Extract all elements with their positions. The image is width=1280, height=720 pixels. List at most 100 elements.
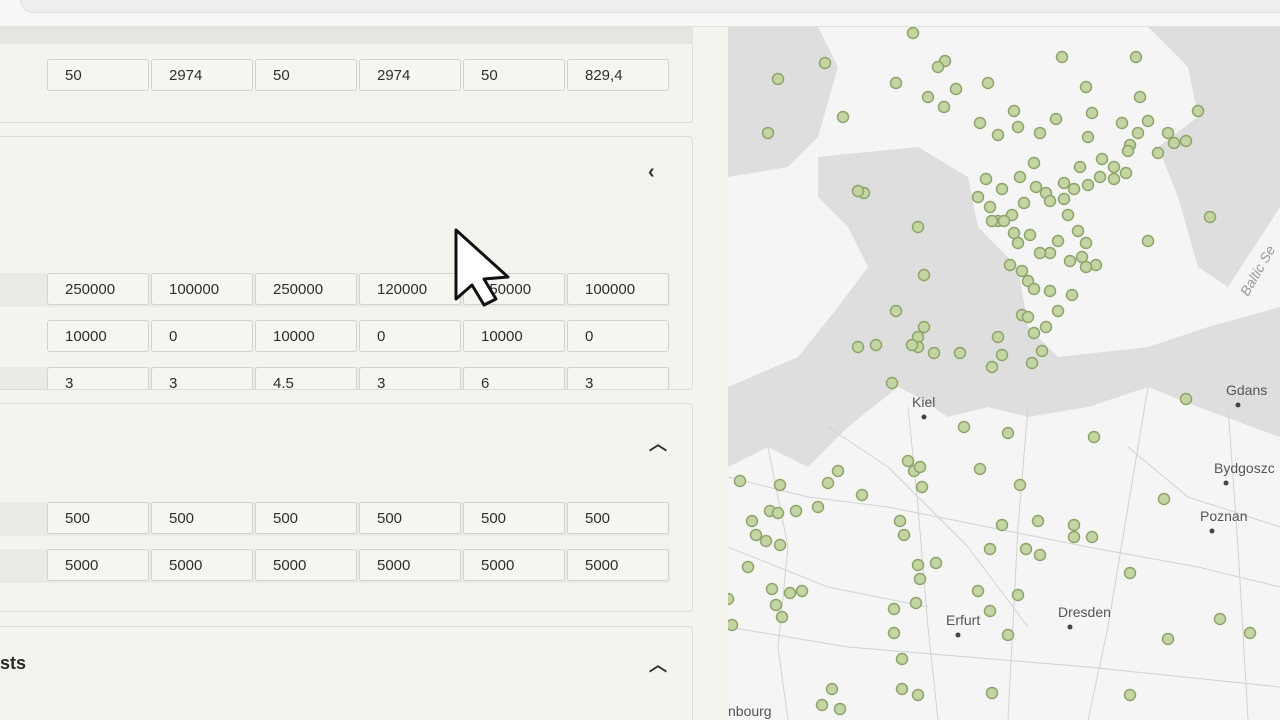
station-marker-icon[interactable] — [1057, 192, 1071, 206]
station-marker-icon[interactable] — [981, 76, 995, 90]
station-marker-icon[interactable] — [1023, 228, 1037, 242]
station-marker-icon[interactable] — [911, 688, 925, 702]
station-marker-icon[interactable] — [1141, 234, 1155, 248]
station-marker-icon[interactable] — [1107, 160, 1121, 174]
station-marker-icon[interactable] — [1027, 156, 1041, 170]
value-cell[interactable]: 5000 — [463, 549, 565, 581]
station-marker-icon[interactable] — [983, 200, 997, 214]
station-marker-icon[interactable] — [761, 126, 775, 140]
station-marker-icon[interactable] — [1055, 50, 1069, 64]
station-marker-icon[interactable] — [1167, 136, 1181, 150]
station-marker-icon[interactable] — [855, 488, 869, 502]
value-cell[interactable]: 0 — [359, 320, 461, 352]
station-marker-icon[interactable] — [911, 558, 925, 572]
station-marker-icon[interactable] — [1123, 688, 1137, 702]
station-marker-icon[interactable] — [1161, 632, 1175, 646]
station-marker-icon[interactable] — [728, 592, 735, 606]
station-marker-icon[interactable] — [1119, 166, 1133, 180]
value-cell[interactable]: 250000 — [47, 273, 149, 305]
station-marker-icon[interactable] — [1085, 530, 1099, 544]
station-marker-icon[interactable] — [1011, 588, 1025, 602]
value-cell[interactable]: 10000 — [47, 320, 149, 352]
station-marker-icon[interactable] — [1203, 210, 1217, 224]
station-marker-icon[interactable] — [995, 518, 1009, 532]
value-cell[interactable]: 3 — [47, 367, 149, 389]
station-marker-icon[interactable] — [1129, 50, 1143, 64]
station-marker-icon[interactable] — [771, 506, 785, 520]
station-marker-icon[interactable] — [1035, 344, 1049, 358]
station-marker-icon[interactable] — [893, 514, 907, 528]
station-marker-icon[interactable] — [913, 572, 927, 586]
station-marker-icon[interactable] — [775, 610, 789, 624]
value-cell[interactable]: 6 — [463, 367, 565, 389]
station-marker-icon[interactable] — [1043, 194, 1057, 208]
station-marker-icon[interactable] — [971, 584, 985, 598]
value-cell[interactable]: 50 — [463, 59, 565, 91]
value-cell[interactable]: 250000 — [255, 273, 357, 305]
station-marker-icon[interactable] — [1065, 288, 1079, 302]
value-cell[interactable]: 5000 — [47, 549, 149, 581]
station-marker-icon[interactable] — [1141, 114, 1155, 128]
station-marker-icon[interactable] — [851, 184, 865, 198]
station-marker-icon[interactable] — [991, 128, 1005, 142]
station-marker-icon[interactable] — [895, 652, 909, 666]
map-view[interactable]: Kiel Gdans Bydgoszc Poznan Erfurt Dresden nbou… — [728, 27, 1280, 720]
station-marker-icon[interactable] — [833, 702, 847, 716]
station-marker-icon[interactable] — [1067, 182, 1081, 196]
station-marker-icon[interactable] — [815, 698, 829, 712]
chevron-left-icon[interactable]: ‹ — [648, 161, 655, 184]
station-marker-icon[interactable] — [1079, 260, 1093, 274]
station-marker-icon[interactable] — [889, 304, 903, 318]
value-cell[interactable]: 0 — [151, 320, 253, 352]
station-marker-icon[interactable] — [957, 420, 971, 434]
station-marker-icon[interactable] — [1027, 282, 1041, 296]
value-cell[interactable]: 829,4 — [567, 59, 669, 91]
address-bar[interactable] — [20, 0, 1280, 13]
station-marker-icon[interactable] — [1051, 234, 1065, 248]
station-marker-icon[interactable] — [1011, 120, 1025, 134]
station-marker-icon[interactable] — [1019, 542, 1033, 556]
value-cell[interactable]: 5000 — [567, 549, 669, 581]
station-marker-icon[interactable] — [1025, 356, 1039, 370]
station-marker-icon[interactable] — [985, 214, 999, 228]
value-cell[interactable]: 3 — [567, 367, 669, 389]
station-marker-icon[interactable] — [1085, 106, 1099, 120]
station-marker-icon[interactable] — [1081, 130, 1095, 144]
station-marker-icon[interactable] — [921, 90, 935, 104]
station-marker-icon[interactable] — [1015, 264, 1029, 278]
station-marker-icon[interactable] — [1033, 246, 1047, 260]
station-marker-icon[interactable] — [818, 56, 832, 70]
station-marker-icon[interactable] — [1001, 628, 1015, 642]
station-marker-icon[interactable] — [1061, 208, 1075, 222]
station-marker-icon[interactable] — [887, 626, 901, 640]
value-cell[interactable]: 100000 — [151, 273, 253, 305]
station-marker-icon[interactable] — [917, 320, 931, 334]
station-marker-icon[interactable] — [831, 464, 845, 478]
value-cell[interactable]: 500 — [47, 502, 149, 534]
station-marker-icon[interactable] — [1031, 514, 1045, 528]
value-cell[interactable]: 500 — [255, 502, 357, 534]
station-marker-icon[interactable] — [1013, 170, 1027, 184]
value-cell[interactable]: 50 — [255, 59, 357, 91]
station-marker-icon[interactable] — [1161, 126, 1175, 140]
station-marker-icon[interactable] — [1029, 180, 1043, 194]
value-cell[interactable]: 120000 — [359, 273, 461, 305]
station-marker-icon[interactable] — [1017, 196, 1031, 210]
station-marker-icon[interactable] — [1067, 518, 1081, 532]
station-marker-icon[interactable] — [836, 110, 850, 124]
station-marker-icon[interactable] — [869, 338, 883, 352]
station-marker-icon[interactable] — [949, 82, 963, 96]
station-marker-icon[interactable] — [749, 528, 763, 542]
station-marker-icon[interactable] — [929, 556, 943, 570]
station-marker-icon[interactable] — [821, 476, 835, 490]
station-marker-icon[interactable] — [927, 346, 941, 360]
station-marker-icon[interactable] — [979, 172, 993, 186]
station-marker-icon[interactable] — [1079, 236, 1093, 250]
value-cell[interactable]: 5000 — [359, 549, 461, 581]
station-marker-icon[interactable] — [1003, 258, 1017, 272]
station-marker-icon[interactable] — [937, 100, 951, 114]
station-marker-icon[interactable] — [995, 182, 1009, 196]
station-marker-icon[interactable] — [971, 190, 985, 204]
station-marker-icon[interactable] — [1087, 430, 1101, 444]
station-marker-icon[interactable] — [811, 500, 825, 514]
